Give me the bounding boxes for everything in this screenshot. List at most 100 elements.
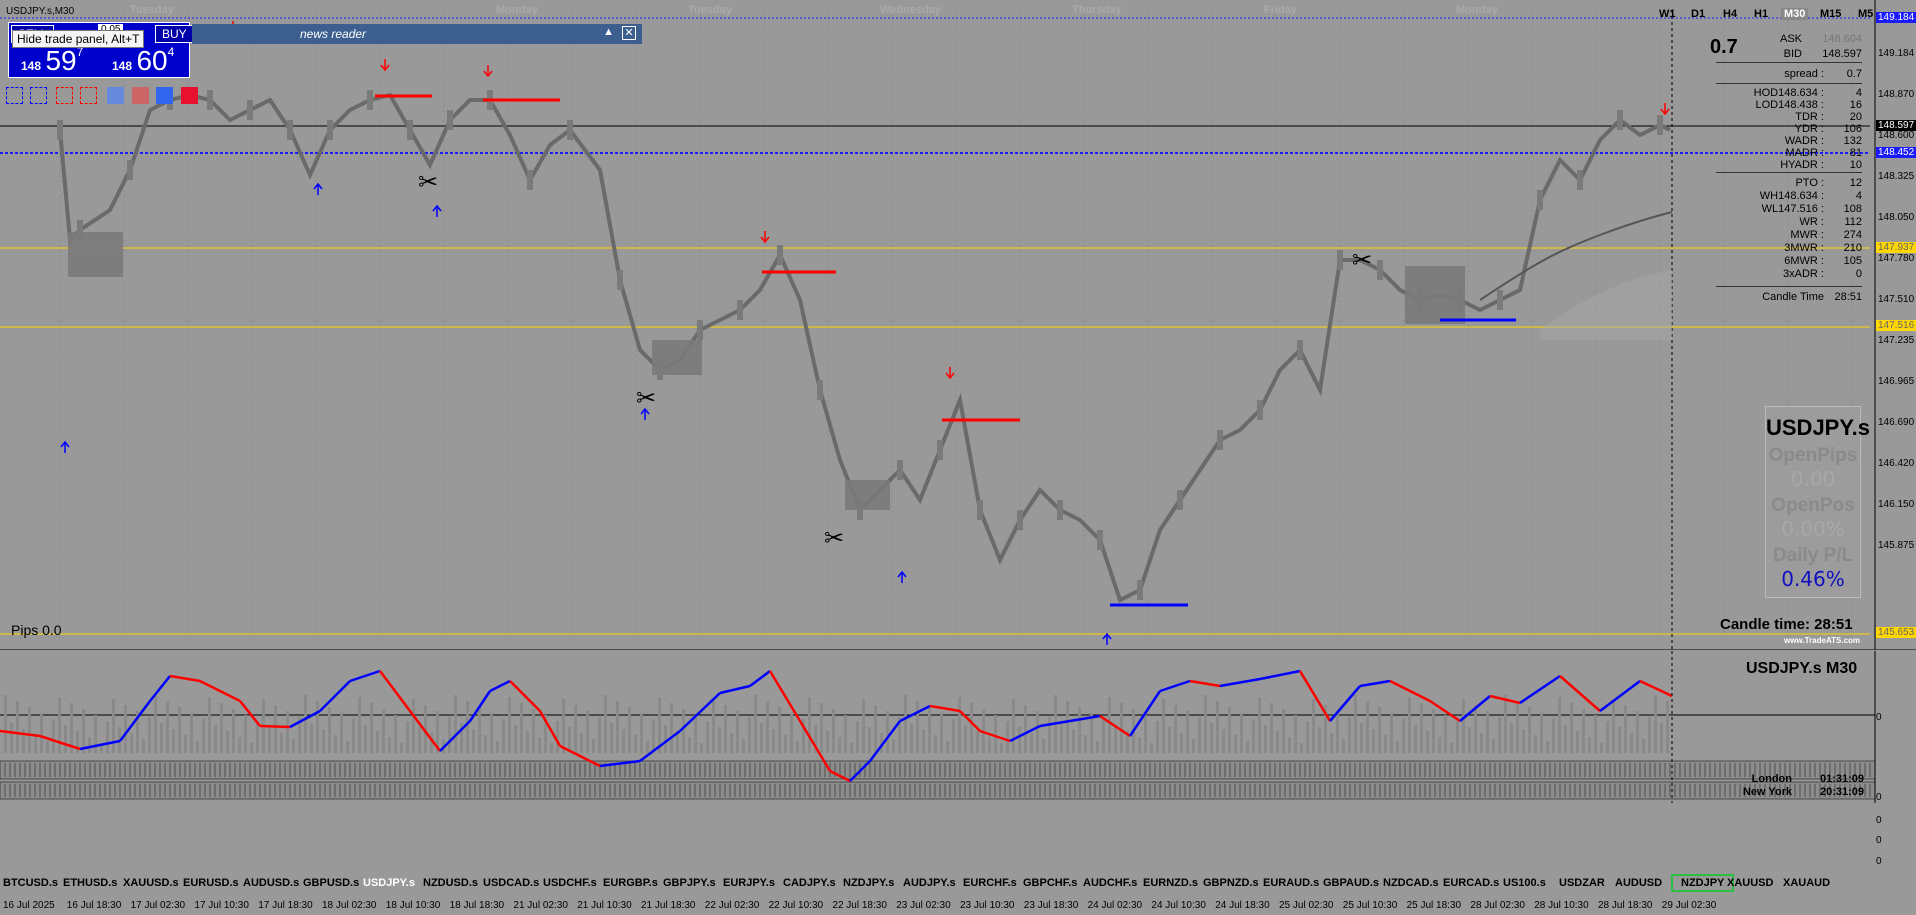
dashed-blue-box-icon[interactable] bbox=[6, 87, 23, 104]
symbol-tab-usdzar[interactable]: USDZAR bbox=[1559, 877, 1605, 889]
symbol-tab-eurjpys[interactable]: EURJPY.s bbox=[723, 877, 775, 889]
volume-bar bbox=[970, 703, 973, 753]
volume-bar bbox=[1012, 699, 1015, 753]
histogram-bar bbox=[924, 784, 926, 797]
histogram-bar bbox=[1704, 784, 1706, 797]
volume-bar bbox=[1438, 737, 1441, 753]
volume-bar bbox=[526, 731, 529, 753]
blue-square-icon[interactable] bbox=[107, 87, 124, 104]
buy-button[interactable]: BUY bbox=[155, 25, 194, 43]
symbol-tab-nzdusds[interactable]: NZDUSD.s bbox=[423, 877, 478, 889]
volume-bar bbox=[142, 739, 145, 753]
histogram-bar bbox=[1639, 784, 1641, 797]
symbol-tab-usdchfs[interactable]: USDCHF.s bbox=[543, 877, 597, 889]
histogram-bar bbox=[634, 763, 636, 777]
histogram-bar bbox=[484, 763, 486, 777]
daily-pl-value: 0.46% bbox=[1781, 567, 1845, 591]
histogram-bar bbox=[369, 784, 371, 797]
histogram-bar bbox=[1334, 763, 1336, 777]
blue-square-icon[interactable] bbox=[156, 87, 173, 104]
timeframe-d1[interactable]: D1 bbox=[1691, 8, 1705, 20]
symbol-tab-eurchfs[interactable]: EURCHF.s bbox=[963, 877, 1017, 889]
symbol-tab-eurusds[interactable]: EURUSD.s bbox=[183, 877, 239, 889]
histogram-bar bbox=[439, 763, 441, 777]
news-reader-bar[interactable]: news reader ▲ ✕ bbox=[192, 24, 642, 44]
oscillator-canvas[interactable] bbox=[0, 651, 1916, 803]
histogram-bar bbox=[1429, 763, 1431, 777]
histogram-bar bbox=[729, 784, 731, 797]
symbol-tab-gbpusds[interactable]: GBPUSD.s bbox=[303, 877, 359, 889]
symbol-tab-xauusds[interactable]: XAUUSD.s bbox=[123, 877, 179, 889]
histogram-bar bbox=[1469, 763, 1471, 777]
buy-price[interactable]: 148 604 bbox=[112, 45, 174, 77]
symbol-tab-eurcads[interactable]: EURCAD.s bbox=[1443, 877, 1499, 889]
timeframe-w1[interactable]: W1 bbox=[1659, 8, 1676, 20]
symbol-tab-nzdcads[interactable]: NZDCAD.s bbox=[1383, 877, 1439, 889]
oscillator-pane[interactable] bbox=[0, 651, 1916, 803]
histogram-bar bbox=[1014, 784, 1016, 797]
symbol-tab-eurnzds[interactable]: EURNZD.s bbox=[1143, 877, 1198, 889]
symbol-tab-audusd[interactable]: AUDUSD bbox=[1615, 877, 1662, 889]
sell-price[interactable]: 148 597 bbox=[21, 45, 83, 77]
symbol-tab-nzdjpy[interactable]: NZDJPY bbox=[1671, 874, 1735, 892]
symbol-tab-gbpnzds[interactable]: GBPNZD.s bbox=[1203, 877, 1259, 889]
histogram-bar bbox=[744, 763, 746, 777]
histogram-bar bbox=[314, 763, 316, 777]
red-square-icon[interactable] bbox=[181, 87, 198, 104]
symbol-tab-ethusds[interactable]: ETHUSD.s bbox=[63, 877, 117, 889]
symbol-tab-audusds[interactable]: AUDUSD.s bbox=[243, 877, 299, 889]
timeframe-h4[interactable]: H4 bbox=[1723, 8, 1737, 20]
volume-bar bbox=[1552, 719, 1555, 753]
histogram-bar bbox=[359, 784, 361, 797]
symbol-tab-gbpauds[interactable]: GBPAUD.s bbox=[1323, 877, 1379, 889]
dashed-red-box-icon[interactable] bbox=[80, 87, 97, 104]
timeframe-h1[interactable]: H1 bbox=[1754, 8, 1768, 20]
volume-bar bbox=[130, 733, 133, 753]
histogram-bar bbox=[1204, 784, 1206, 797]
dashed-red-box-icon[interactable] bbox=[56, 87, 73, 104]
timeframe-m5[interactable]: M5 bbox=[1858, 8, 1873, 20]
symbol-tab-gbpchfs[interactable]: GBPCHF.s bbox=[1023, 877, 1077, 889]
histogram-bar bbox=[1074, 763, 1076, 777]
histogram-bar bbox=[1244, 763, 1246, 777]
symbol-tab-cadjpys[interactable]: CADJPY.s bbox=[783, 877, 836, 889]
close-icon[interactable]: ✕ bbox=[622, 26, 636, 40]
symbol-tab-xauusd[interactable]: XAUUSD bbox=[1727, 877, 1773, 889]
symbol-tab-xauaud[interactable]: XAUAUD bbox=[1783, 877, 1830, 889]
volume-bar bbox=[754, 695, 757, 753]
histogram-bar bbox=[1039, 763, 1041, 777]
histogram-bar bbox=[1679, 784, 1681, 797]
symbol-tab-us100s[interactable]: US100.s bbox=[1503, 877, 1546, 889]
symbol-tab-usdcads[interactable]: USDCAD.s bbox=[483, 877, 539, 889]
symbol-tab-btcusds[interactable]: BTCUSD.s bbox=[3, 877, 58, 889]
triangle-up-icon[interactable]: ▲ bbox=[603, 26, 614, 38]
volume-bar bbox=[1216, 701, 1219, 753]
red-square-icon[interactable] bbox=[132, 87, 149, 104]
histogram-bar bbox=[594, 784, 596, 797]
symbol-tab-gbpjpys[interactable]: GBPJPY.s bbox=[663, 877, 716, 889]
info-label: 3xADR : bbox=[1783, 268, 1824, 280]
symbol-tab-usdjpys[interactable]: USDJPY.s bbox=[363, 877, 415, 889]
timeframe-m30[interactable]: M30 bbox=[1781, 8, 1809, 20]
volume-bar bbox=[1282, 709, 1285, 753]
price-chart-canvas[interactable]: ✂ ✂ ✂ ✂ bbox=[0, 0, 1916, 650]
symbol-tab-audjpys[interactable]: AUDJPY.s bbox=[903, 877, 956, 889]
candle bbox=[1657, 115, 1663, 135]
histogram-bar bbox=[1619, 763, 1621, 777]
dashed-blue-box-icon[interactable] bbox=[30, 87, 47, 104]
histogram-bar bbox=[709, 784, 711, 797]
time-tick: 22 Jul 10:30 bbox=[768, 900, 824, 911]
bid-label: BID bbox=[1783, 48, 1802, 60]
histogram-bar bbox=[1229, 763, 1231, 777]
histogram-bar bbox=[149, 784, 151, 797]
symbol-tab-eurgbps[interactable]: EURGBP.s bbox=[603, 877, 658, 889]
timeframe-m15[interactable]: M15 bbox=[1820, 8, 1841, 20]
symbol-tab-audchfs[interactable]: AUDCHF.s bbox=[1083, 877, 1137, 889]
histogram-bar bbox=[344, 763, 346, 777]
histogram-bar bbox=[959, 763, 961, 777]
price-chart[interactable]: ✂ ✂ ✂ ✂ USDJPY.s,M30 Tuesday Monday Tuesday… bbox=[0, 0, 1916, 650]
histogram-bar bbox=[844, 784, 846, 797]
symbol-tab-nzdjpys[interactable]: NZDJPY.s bbox=[843, 877, 894, 889]
histogram-bar bbox=[1579, 784, 1581, 797]
symbol-tab-eurauds[interactable]: EURAUD.s bbox=[1263, 877, 1319, 889]
